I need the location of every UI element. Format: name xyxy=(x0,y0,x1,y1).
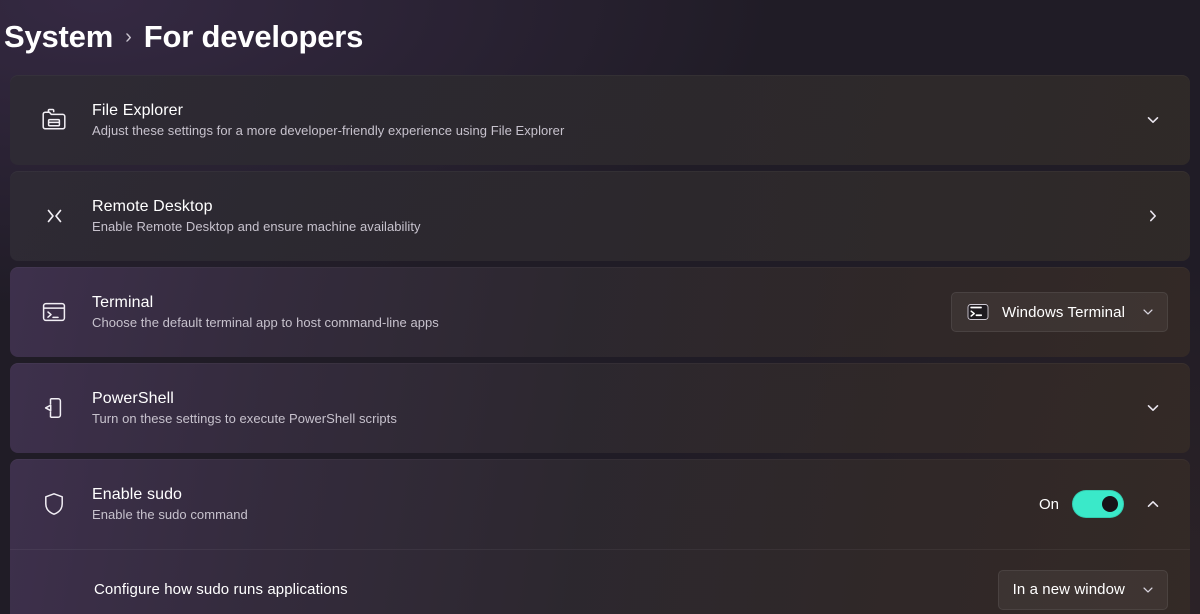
powershell-icon xyxy=(34,388,74,428)
setting-title: PowerShell xyxy=(92,389,174,407)
terminal-icon xyxy=(34,292,74,332)
setting-trailing-file-explorer xyxy=(1138,105,1168,135)
setting-description: Enable the sudo command xyxy=(92,506,248,522)
default-terminal-value: Windows Terminal xyxy=(1001,303,1125,321)
settings-list: File Explorer Adjust these settings for … xyxy=(10,75,1190,614)
setting-description: Turn on these settings to execute PowerS… xyxy=(92,410,397,426)
setting-trailing-terminal: Windows Terminal xyxy=(950,292,1168,332)
setting-title: Terminal xyxy=(92,293,154,311)
chevron-down-icon[interactable] xyxy=(1138,105,1168,135)
setting-title: Enable sudo xyxy=(92,485,183,503)
setting-subrow-sudo-mode[interactable]: Configure how sudo runs applications In … xyxy=(10,549,1190,614)
shield-icon xyxy=(34,484,74,524)
setting-trailing-remote-desktop xyxy=(1138,201,1168,231)
setting-text-powershell: PowerShell Turn on these settings to exe… xyxy=(92,389,1122,428)
setting-text-terminal: Terminal Choose the default terminal app… xyxy=(92,293,935,332)
setting-row-file-explorer[interactable]: File Explorer Adjust these settings for … xyxy=(10,75,1190,165)
setting-trailing-powershell xyxy=(1138,393,1168,423)
setting-row-enable-sudo[interactable]: Enable sudo Enable the sudo command On xyxy=(10,459,1190,549)
setting-card-file-explorer[interactable]: File Explorer Adjust these settings for … xyxy=(10,75,1190,165)
setting-card-terminal[interactable]: Terminal Choose the default terminal app… xyxy=(10,267,1190,357)
enable-sudo-toggle[interactable] xyxy=(1072,490,1124,518)
default-terminal-dropdown[interactable]: Windows Terminal xyxy=(950,292,1168,332)
breadcrumb-root-link[interactable]: System xyxy=(4,21,113,52)
remote-desktop-icon xyxy=(34,196,74,236)
sudo-mode-label: Configure how sudo runs applications xyxy=(94,581,348,598)
sudo-mode-value: In a new window xyxy=(1012,581,1125,598)
setting-text-enable-sudo: Enable sudo Enable the sudo command xyxy=(92,485,1023,524)
setting-text-sudo-mode: Configure how sudo runs applications xyxy=(94,581,982,598)
chevron-up-icon[interactable] xyxy=(1138,489,1168,519)
chevron-right-icon[interactable] xyxy=(1138,201,1168,231)
setting-card-remote-desktop[interactable]: Remote Desktop Enable Remote Desktop and… xyxy=(10,171,1190,261)
setting-trailing-sudo-mode: In a new window xyxy=(997,569,1168,610)
toggle-knob xyxy=(1102,496,1118,512)
setting-text-file-explorer: File Explorer Adjust these settings for … xyxy=(92,101,1122,140)
setting-row-powershell[interactable]: PowerShell Turn on these settings to exe… xyxy=(10,363,1190,453)
page-title: For developers xyxy=(143,18,364,54)
breadcrumb-separator-icon: › xyxy=(125,26,132,48)
setting-description: Enable Remote Desktop and ensure machine… xyxy=(92,218,421,234)
toggle-state-label: On xyxy=(1038,495,1059,513)
chevron-down-icon[interactable] xyxy=(1141,305,1155,319)
sudo-mode-dropdown[interactable]: In a new window xyxy=(997,569,1168,610)
setting-card-powershell[interactable]: PowerShell Turn on these settings to exe… xyxy=(10,363,1190,453)
setting-row-terminal[interactable]: Terminal Choose the default terminal app… xyxy=(10,267,1190,357)
setting-description: Adjust these settings for a more develop… xyxy=(92,122,565,138)
setting-row-remote-desktop[interactable]: Remote Desktop Enable Remote Desktop and… xyxy=(10,171,1190,261)
breadcrumb: System › For developers xyxy=(4,8,363,64)
setting-card-enable-sudo[interactable]: Enable sudo Enable the sudo command On C… xyxy=(10,459,1190,614)
folder-icon xyxy=(34,100,74,140)
setting-description: Choose the default terminal app to host … xyxy=(92,314,439,330)
enable-sudo-toggle-group[interactable]: On xyxy=(1039,490,1124,518)
chevron-down-icon[interactable] xyxy=(1138,393,1168,423)
windows-terminal-app-icon xyxy=(966,300,990,324)
setting-title: File Explorer xyxy=(92,101,184,119)
setting-trailing-enable-sudo: On xyxy=(1039,489,1168,519)
chevron-down-icon[interactable] xyxy=(1141,583,1155,597)
setting-text-remote-desktop: Remote Desktop Enable Remote Desktop and… xyxy=(92,197,1122,236)
setting-title: Remote Desktop xyxy=(92,197,213,215)
